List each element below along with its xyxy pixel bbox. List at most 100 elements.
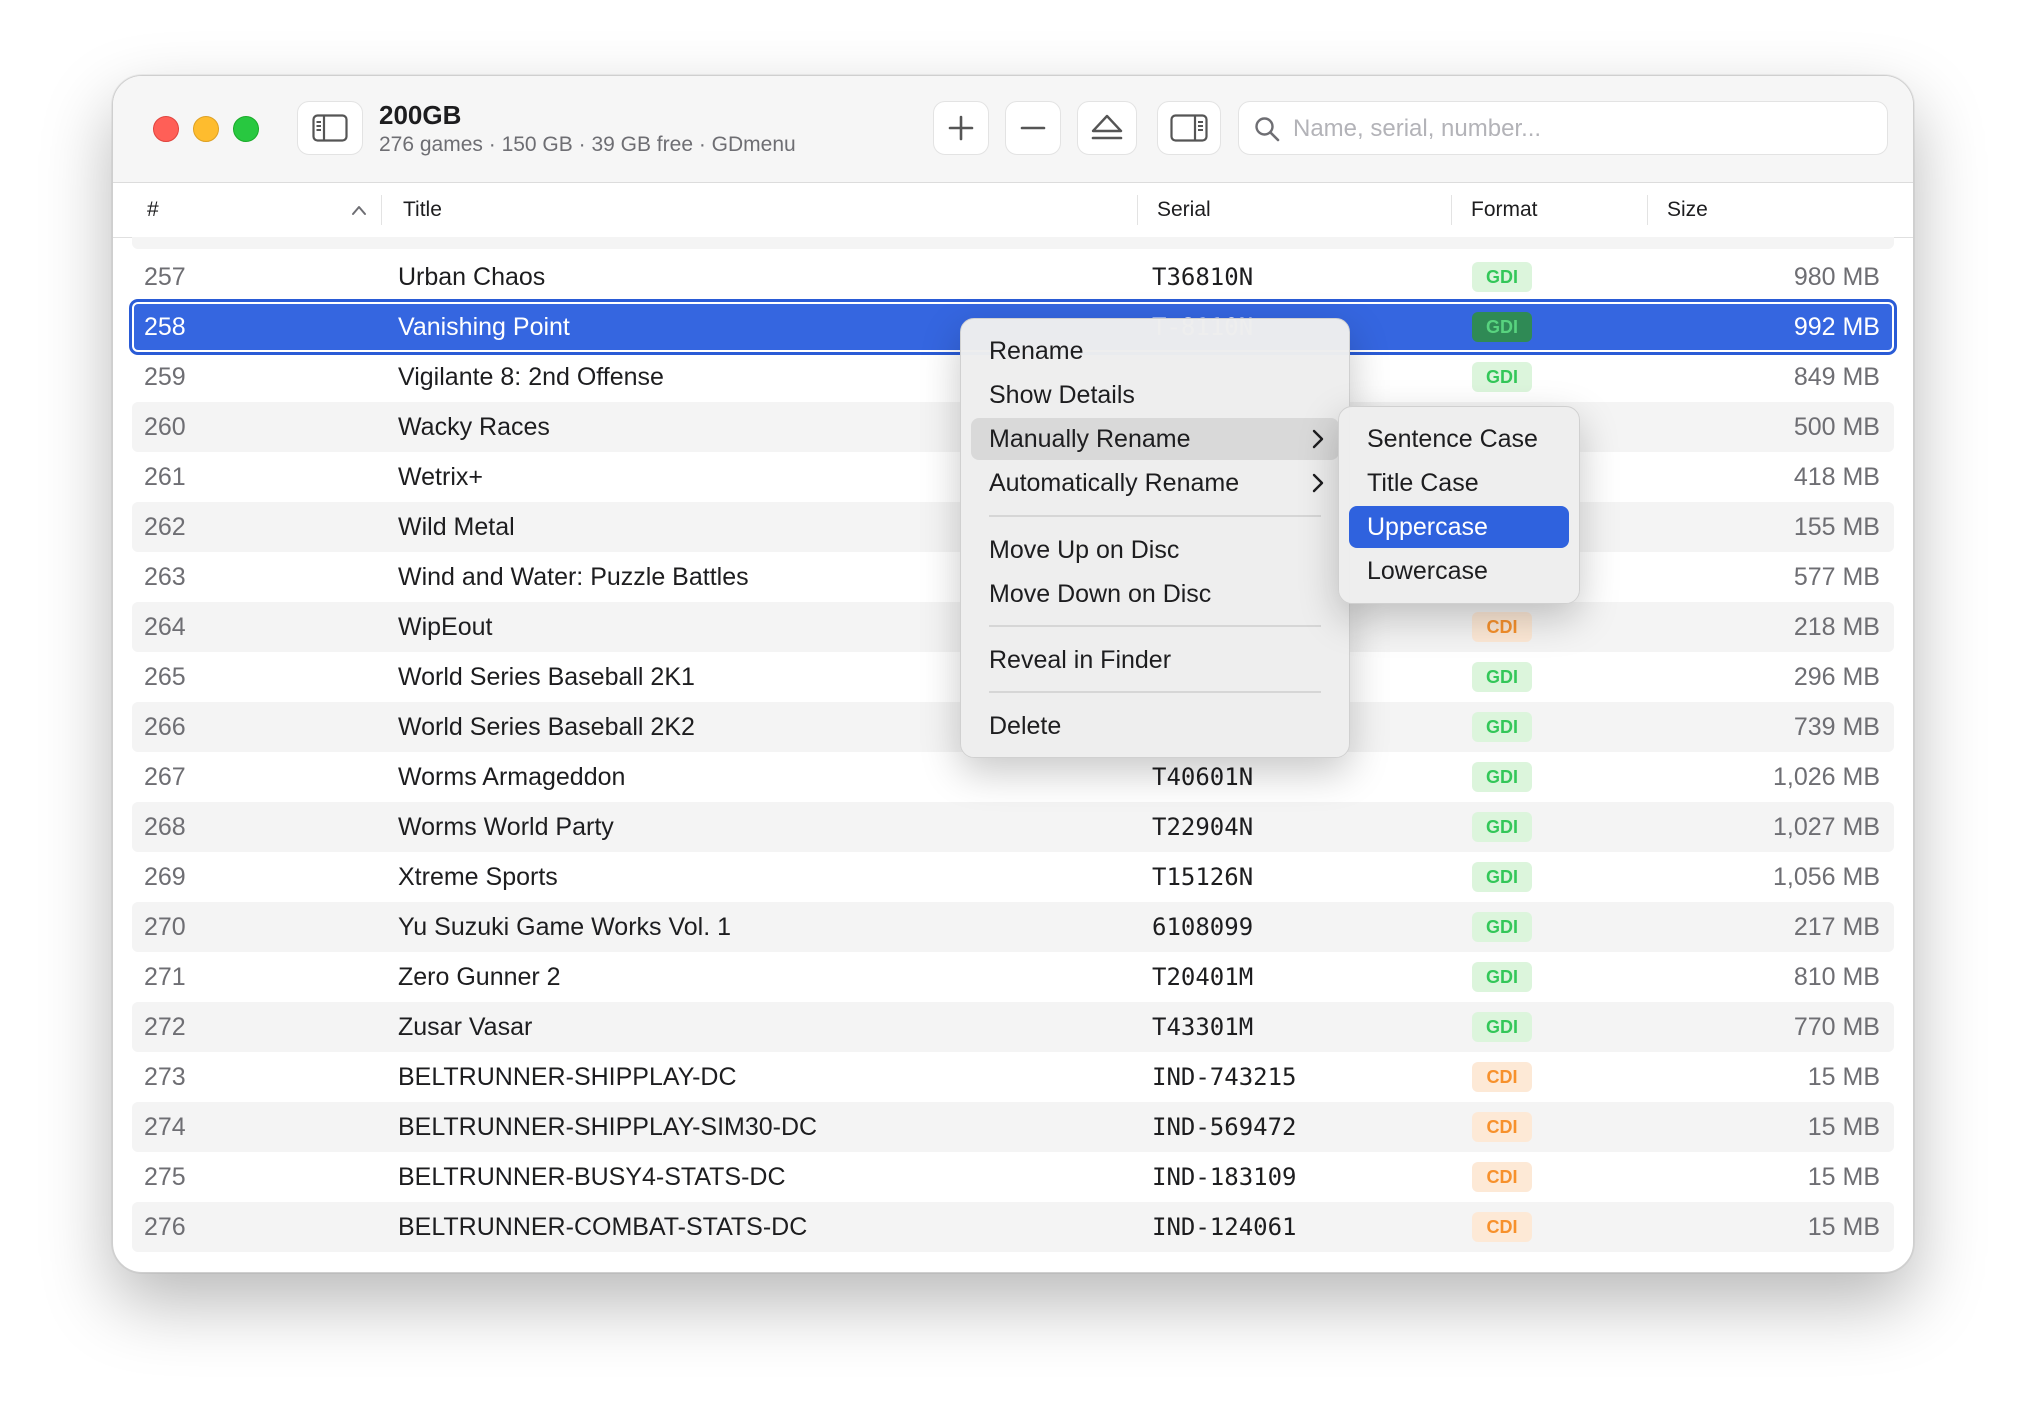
format-badge: GDI <box>1472 962 1532 992</box>
table-header: # Title Serial Format Size <box>113 183 1913 238</box>
table-row[interactable]: 272 Zusar Vasar T43301M GDI 770 MB <box>132 1002 1894 1052</box>
row-size: 15 MB <box>1807 1163 1880 1191</box>
menu-item-manually-rename[interactable]: Manually Rename <box>971 418 1339 460</box>
table-row[interactable]: 267 Worms Armageddon T40601N GDI 1,026 MB <box>132 752 1894 802</box>
row-number: 264 <box>144 613 186 641</box>
row-title: World Series Baseball 2K1 <box>398 663 695 691</box>
row-title: World Series Baseball 2K2 <box>398 713 695 741</box>
row-serial: T20401M <box>1152 963 1254 991</box>
menu-item-label: Manually Rename <box>989 425 1191 453</box>
row-title: WipEout <box>398 613 493 641</box>
row-size: 15 MB <box>1807 1113 1880 1141</box>
menu-item-rename[interactable]: Rename <box>971 330 1339 372</box>
row-title: Yu Suzuki Game Works Vol. 1 <box>398 913 732 941</box>
row-title: Wetrix+ <box>398 463 483 491</box>
table-row[interactable]: 273 BELTRUNNER-SHIPPLAY-DC IND-743215 CDI 15… <box>132 1052 1894 1102</box>
row-size: 1,026 MB <box>1772 763 1880 791</box>
sidebar-icon <box>312 114 348 142</box>
row-size: 1,056 MB <box>1772 863 1880 891</box>
menu-item-move-up[interactable]: Move Up on Disc <box>971 529 1339 571</box>
row-number: 257 <box>144 263 186 291</box>
row-title: Worms World Party <box>398 813 614 841</box>
row-size: 296 MB <box>1793 663 1880 691</box>
menu-item-move-down[interactable]: Move Down on Disc <box>971 573 1339 615</box>
menu-item-delete[interactable]: Delete <box>971 705 1339 747</box>
column-header-number[interactable]: # <box>147 183 159 237</box>
eject-button[interactable] <box>1077 101 1137 155</box>
add-button[interactable] <box>933 101 989 155</box>
column-divider[interactable] <box>1137 195 1138 225</box>
table-row[interactable]: 271 Zero Gunner 2 T20401M GDI 810 MB <box>132 952 1894 1002</box>
row-size: 992 MB <box>1793 313 1880 341</box>
row-number: 267 <box>144 763 186 791</box>
remove-button[interactable] <box>1005 101 1061 155</box>
row-size: 218 MB <box>1793 613 1880 641</box>
format-badge: GDI <box>1472 862 1532 892</box>
zoom-window-button[interactable] <box>233 116 259 142</box>
toggle-sidebar-button[interactable] <box>297 101 363 155</box>
chevron-right-icon <box>1312 429 1324 449</box>
table-row-partial <box>132 237 1894 249</box>
column-divider[interactable] <box>1647 195 1648 225</box>
search-input[interactable] <box>1291 110 1875 148</box>
toolbar: 200GB 276 games · 150 GB · 39 GB free · … <box>113 76 1913 183</box>
context-menu: Rename Show Details Manually Rename Auto… <box>960 318 1350 758</box>
close-window-button[interactable] <box>153 116 179 142</box>
submenu-item-sentence-case[interactable]: Sentence Case <box>1349 418 1569 460</box>
row-serial: IND-743215 <box>1152 1063 1297 1091</box>
row-number: 259 <box>144 363 186 391</box>
minus-icon <box>1020 126 1046 130</box>
row-size: 500 MB <box>1793 413 1880 441</box>
menu-item-label: Automatically Rename <box>989 469 1240 497</box>
row-number: 263 <box>144 563 186 591</box>
inspector-icon <box>1170 114 1208 142</box>
format-badge: CDI <box>1472 612 1532 642</box>
column-divider[interactable] <box>1451 195 1452 225</box>
row-size: 739 MB <box>1793 713 1880 741</box>
row-serial: T36810N <box>1152 263 1254 291</box>
submenu-item-lowercase[interactable]: Lowercase <box>1349 550 1569 592</box>
search-field[interactable] <box>1238 101 1888 155</box>
row-size: 15 MB <box>1807 1063 1880 1091</box>
column-header-format[interactable]: Format <box>1471 183 1538 237</box>
row-size: 418 MB <box>1793 463 1880 491</box>
minimize-window-button[interactable] <box>193 116 219 142</box>
table-row[interactable]: 275 BELTRUNNER-BUSY4-STATS-DC IND-183109 CD… <box>132 1152 1894 1202</box>
row-title: BELTRUNNER-SHIPPLAY-DC <box>398 1063 737 1091</box>
row-title: Xtreme Sports <box>398 863 558 891</box>
row-size: 155 MB <box>1793 513 1880 541</box>
menu-item-reveal-in-finder[interactable]: Reveal in Finder <box>971 639 1339 681</box>
row-number: 260 <box>144 413 186 441</box>
row-title: Zero Gunner 2 <box>398 963 561 991</box>
row-size: 849 MB <box>1793 363 1880 391</box>
toggle-inspector-button[interactable] <box>1157 101 1221 155</box>
format-badge: GDI <box>1472 712 1532 742</box>
row-number: 265 <box>144 663 186 691</box>
row-number: 258 <box>144 313 186 341</box>
row-serial: T15126N <box>1152 863 1254 891</box>
menu-item-show-details[interactable]: Show Details <box>971 374 1339 416</box>
column-header-serial[interactable]: Serial <box>1157 183 1211 237</box>
submenu-item-title-case[interactable]: Title Case <box>1349 462 1569 504</box>
table-row[interactable]: 257 Urban Chaos T36810N GDI 980 MB <box>132 252 1894 302</box>
row-size: 577 MB <box>1793 563 1880 591</box>
format-badge: GDI <box>1472 262 1532 292</box>
column-header-title[interactable]: Title <box>403 183 442 237</box>
format-badge: CDI <box>1472 1062 1532 1092</box>
row-serial: T40601N <box>1152 763 1254 791</box>
column-header-size[interactable]: Size <box>1667 183 1708 237</box>
table-row[interactable]: 276 BELTRUNNER-COMBAT-STATS-DC IND-124061 C… <box>132 1202 1894 1252</box>
menu-item-automatically-rename[interactable]: Automatically Rename <box>971 462 1339 504</box>
table-row[interactable]: 269 Xtreme Sports T15126N GDI 1,056 MB <box>132 852 1894 902</box>
table-row[interactable]: 268 Worms World Party T22904N GDI 1,027 MB <box>132 802 1894 852</box>
menu-separator <box>989 691 1321 693</box>
sort-ascending-icon[interactable] <box>351 204 367 216</box>
table-row[interactable]: 270 Yu Suzuki Game Works Vol. 1 6108099 GDI… <box>132 902 1894 952</box>
format-badge: GDI <box>1472 912 1532 942</box>
submenu-item-uppercase[interactable]: Uppercase <box>1349 506 1569 548</box>
format-badge: GDI <box>1472 762 1532 792</box>
column-divider[interactable] <box>381 195 382 225</box>
row-title: Worms Armageddon <box>398 763 626 791</box>
format-badge: CDI <box>1472 1112 1532 1142</box>
table-row[interactable]: 274 BELTRUNNER-SHIPPLAY-SIM30-DC IND-56947… <box>132 1102 1894 1152</box>
